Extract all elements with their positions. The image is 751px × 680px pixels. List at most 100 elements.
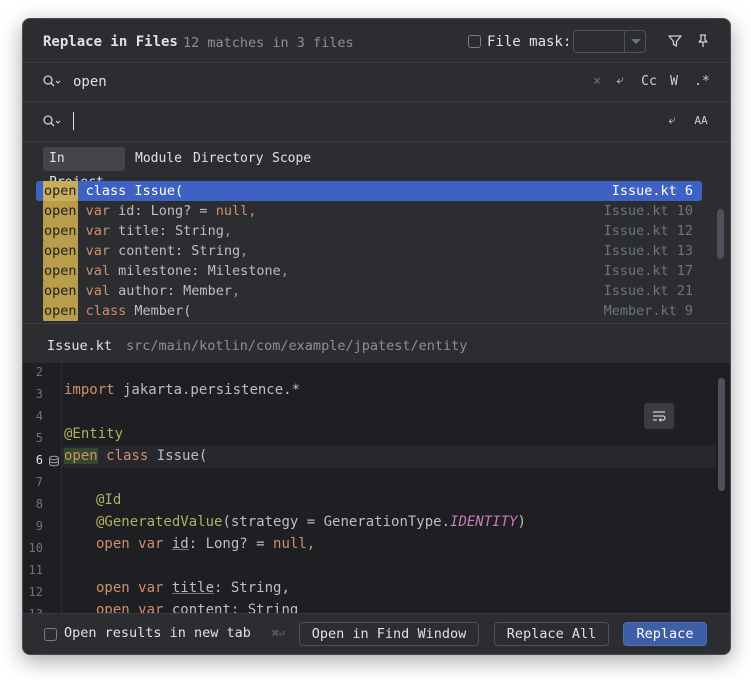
code-line: @GeneratedValue(strategy = GenerationTyp… xyxy=(96,514,526,530)
file-mask-dropdown[interactable] xyxy=(573,30,646,53)
result-location: Member.kt 9 xyxy=(603,303,693,319)
divider xyxy=(23,323,730,324)
result-row[interactable]: open val author: Member, Issue.kt 21 xyxy=(36,281,702,301)
soft-wrap-icon xyxy=(653,411,666,422)
code-token: IDENTITY xyxy=(450,514,518,530)
code-token: : Long? = xyxy=(188,536,274,552)
replace-all-button[interactable]: Replace All xyxy=(494,622,609,646)
search-history-icon[interactable] xyxy=(42,74,62,90)
code-line: import jakarta.persistence.* xyxy=(64,382,300,398)
chevron-down-icon[interactable] xyxy=(631,39,641,44)
code-line: @Entity xyxy=(64,426,123,442)
result-keyword: val xyxy=(77,263,111,279)
code-preview[interactable]: 2 3 4 5 6 7 8 9 10 11 12 13 import jakar… xyxy=(23,363,730,613)
result-row[interactable]: open var content: String, Issue.kt 13 xyxy=(36,241,702,261)
newline-icon[interactable]: ⤶ xyxy=(611,73,629,88)
preview-file-name: Issue.kt xyxy=(47,338,113,354)
result-keyword: var xyxy=(77,243,111,259)
code-token: open var xyxy=(96,602,172,613)
result-keyword: var xyxy=(77,223,111,239)
file-mask-label: File mask: xyxy=(487,34,572,50)
result-tail: , xyxy=(231,283,241,299)
code-token: jakarta.persistence.* xyxy=(114,382,301,398)
result-code: author: Member xyxy=(110,283,232,299)
result-location: Issue.kt 12 xyxy=(603,223,693,239)
file-mask-checkbox[interactable] xyxy=(468,35,481,48)
newline-icon[interactable]: ⤶ xyxy=(663,113,681,128)
match-highlight: open xyxy=(43,241,78,261)
tab-directory[interactable]: Directory xyxy=(187,147,269,171)
code-token: null xyxy=(273,536,307,552)
match-highlight: open xyxy=(43,281,78,301)
results-scrollbar[interactable] xyxy=(717,209,724,259)
match-case-toggle[interactable]: Cc xyxy=(638,74,660,89)
line-number: 6 xyxy=(35,453,43,467)
tab-scope[interactable]: Scope xyxy=(266,147,317,171)
search-input[interactable]: open xyxy=(73,74,107,90)
result-row[interactable]: open val milestone: Milestone, Issue.kt … xyxy=(36,261,702,281)
divider xyxy=(23,101,730,102)
result-row[interactable]: open class Member( Member.kt 9 xyxy=(36,301,702,321)
code-token: (strategy = GenerationType. xyxy=(222,514,451,530)
pin-icon[interactable] xyxy=(695,33,711,49)
result-tail: null, xyxy=(215,203,257,219)
line-number: 9 xyxy=(35,519,43,533)
line-number: 5 xyxy=(35,431,43,445)
preserve-case-toggle[interactable]: AA xyxy=(691,114,711,127)
line-number: 7 xyxy=(35,475,43,489)
regex-toggle[interactable]: .* xyxy=(693,74,711,89)
result-row[interactable]: open var id: Long? = null, Issue.kt 10 xyxy=(36,201,702,221)
line-number: 10 xyxy=(28,541,43,555)
tab-in-project[interactable]: In Project xyxy=(43,147,125,190)
result-code: title: String xyxy=(110,223,224,239)
code-token: content xyxy=(171,602,231,613)
code-line: open var title: String, xyxy=(96,580,290,596)
code-token: id xyxy=(171,536,189,552)
result-tail: , xyxy=(223,223,232,239)
code-line: open var content: String xyxy=(96,602,298,613)
preview-scrollbar[interactable] xyxy=(718,378,725,491)
result-row[interactable]: open class Issue( Issue.kt 6 xyxy=(36,181,702,201)
clear-search-icon[interactable]: × xyxy=(590,74,604,89)
match-highlight: open xyxy=(43,301,78,321)
divider xyxy=(23,62,730,63)
whole-words-toggle[interactable]: W xyxy=(666,74,682,89)
result-location: Issue.kt 13 xyxy=(603,243,693,259)
result-location: Issue.kt 10 xyxy=(603,203,693,219)
tab-module[interactable]: Module xyxy=(129,147,188,171)
match-highlight: open xyxy=(43,261,78,281)
result-code: id: Long? = xyxy=(110,203,216,219)
code-token: : String, xyxy=(214,580,290,596)
open-new-tab-label[interactable]: Open results in new tab xyxy=(64,625,251,641)
code-token: open var xyxy=(96,536,172,552)
dialog-title: Replace in Files xyxy=(43,34,178,50)
code-line: open class Issue( xyxy=(64,448,207,464)
code-token: @Entity xyxy=(64,426,124,442)
database-icon xyxy=(48,452,60,467)
filter-icon[interactable] xyxy=(667,33,683,49)
soft-wrap-button[interactable] xyxy=(644,403,674,429)
code-token: : String xyxy=(230,602,299,613)
text-cursor xyxy=(73,112,74,130)
code-token: ) xyxy=(517,514,526,530)
replace-in-files-dialog: Replace in Files 12 matches in 3 files F… xyxy=(22,18,731,655)
replace-history-icon[interactable] xyxy=(42,114,62,130)
result-tail: , xyxy=(240,243,249,259)
code-token: , xyxy=(306,536,316,552)
divider xyxy=(23,141,730,142)
code-token: @GeneratedValue xyxy=(96,514,223,530)
code-token: class xyxy=(97,448,149,464)
code-line: open var id: Long? = null, xyxy=(96,536,315,552)
result-row[interactable]: open var title: String, Issue.kt 12 xyxy=(36,221,702,241)
code-token: open var xyxy=(96,580,172,596)
result-location: Issue.kt 17 xyxy=(603,263,693,279)
preview-file-path: src/main/kotlin/com/example/jpatest/enti… xyxy=(126,338,468,354)
open-in-find-window-button[interactable]: Open in Find Window xyxy=(299,622,479,646)
replace-button[interactable]: Replace xyxy=(623,622,707,646)
shortcut-hint: ⌘⏎ xyxy=(272,627,286,640)
result-code: Member( xyxy=(126,303,192,319)
open-new-tab-checkbox[interactable] xyxy=(44,628,57,641)
code-token: @Id xyxy=(96,492,122,508)
line-number: 2 xyxy=(35,365,43,379)
search-occurrence: open xyxy=(64,448,98,464)
